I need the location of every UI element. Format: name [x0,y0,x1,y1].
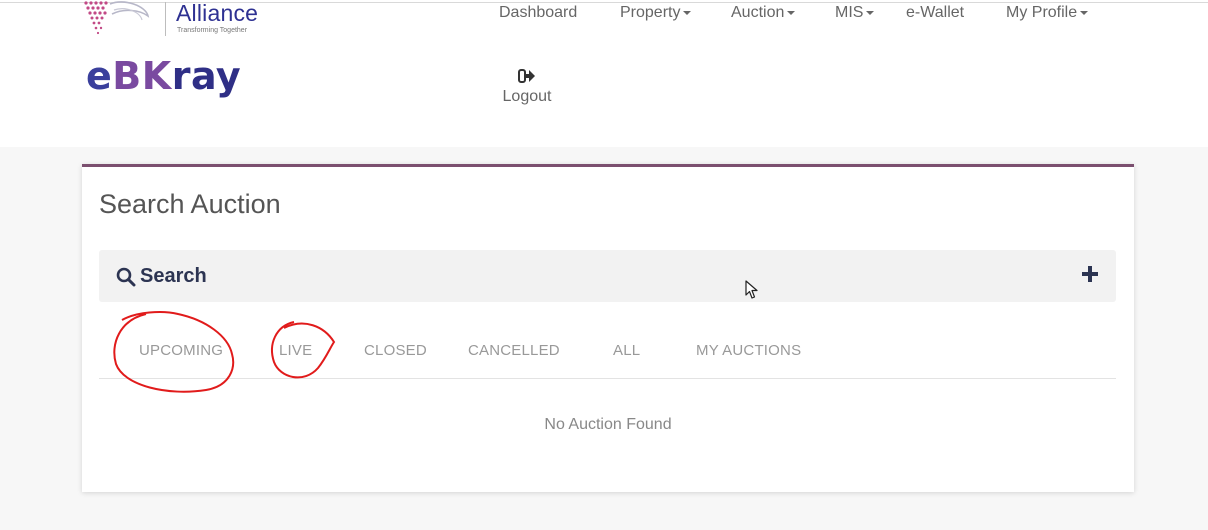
nav-dashboard-label: Dashboard [499,4,578,21]
search-auction-card: Search Auction Search UPCOMING LIVE CLOS… [82,164,1134,492]
brand-separator [165,2,166,36]
chevron-down-icon [1080,10,1089,15]
logo-letters-bk: BK [112,54,172,98]
tab-cancelled[interactable]: CANCELLED [468,342,560,359]
nav-property-label: Property [620,4,681,21]
page-title: Search Auction [99,189,281,219]
nav-my-profile-label: My Profile [1006,4,1078,21]
auction-status-tabs: UPCOMING LIVE CLOSED CANCELLED ALL MY AU… [99,337,1116,379]
partner-tagline: Transforming Together [177,27,248,34]
nav-e-wallet[interactable]: e-Wallet [906,4,964,22]
search-panel-label: Search [140,265,207,287]
nav-auction[interactable]: Auction [731,4,796,22]
logout-button[interactable]: Logout [499,68,555,106]
alliance-logo-mark-icon [84,1,150,35]
search-panel-header[interactable]: Search [99,250,1116,302]
chevron-down-icon [787,10,796,15]
page-header: Alliance Transforming Together eBKray Da… [0,0,1208,147]
tab-closed[interactable]: CLOSED [364,342,427,359]
tab-live[interactable]: LIVE [279,342,312,359]
nav-mis[interactable]: MIS [835,4,875,22]
logo-letter-e: e [86,54,113,98]
nav-property[interactable]: Property [620,4,692,22]
sign-out-icon [518,69,535,83]
tab-all[interactable]: ALL [613,342,640,359]
nav-e-wallet-label: e-Wallet [906,4,965,21]
nav-auction-label: Auction [731,4,785,21]
chevron-down-icon [683,10,692,15]
logout-label: Logout [502,88,552,105]
empty-state-message: No Auction Found [544,416,672,433]
plus-icon[interactable] [1082,266,1098,282]
partner-name: Alliance [176,0,259,26]
nav-mis-label: MIS [835,4,864,21]
nav-dashboard[interactable]: Dashboard [499,4,577,22]
tab-my-auctions[interactable]: MY AUCTIONS [696,342,801,359]
chevron-down-icon [866,10,875,15]
ebkray-logo[interactable]: eBKray [86,54,241,98]
nav-my-profile[interactable]: My Profile [1006,4,1089,22]
tab-upcoming[interactable]: UPCOMING [139,342,223,359]
mouse-pointer-icon [745,280,758,299]
search-icon [116,267,136,287]
logo-letters-ray: ray [171,54,242,98]
